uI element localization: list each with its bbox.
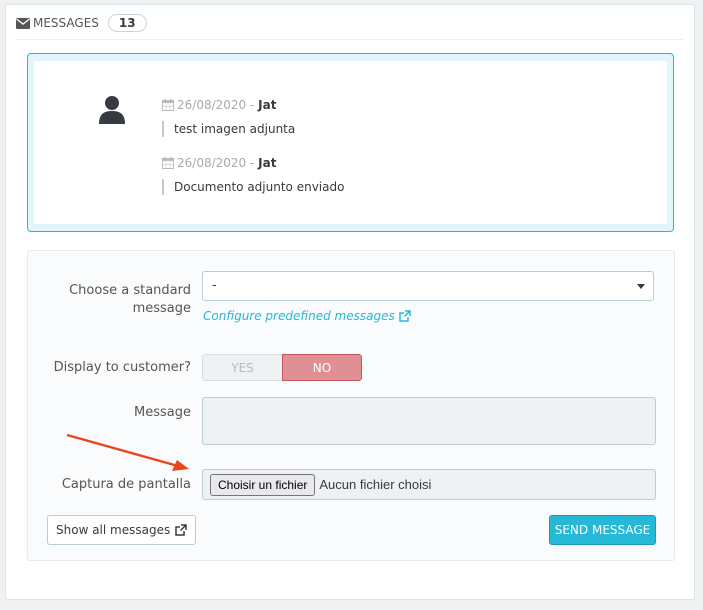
configure-predefined-messages-link[interactable]: Configure predefined messages [203, 309, 411, 323]
show-all-label: Show all messages [56, 523, 171, 537]
message-author: Jat [258, 98, 277, 112]
message-label: Message [134, 405, 191, 420]
standard-message-label: Choose a standard message [69, 283, 191, 316]
message-date: 26/08/2020 [177, 98, 247, 112]
message-thread: 26/08/2020 - Jat test imagen adjunta 26/… [27, 53, 674, 232]
messages-panel: MESSAGES 13 26/08/2020 - Jat test imagen… [5, 4, 695, 600]
message-author: Jat [258, 156, 277, 170]
display-to-customer-toggle[interactable]: YES NO [202, 354, 362, 381]
heading-divider [16, 39, 684, 40]
screenshot-file-input[interactable]: Choisir un fichier Aucun fichier choisi [202, 469, 656, 500]
file-status: Aucun fichier choisi [319, 477, 432, 492]
panel-heading: MESSAGES 13 [16, 11, 147, 35]
user-icon [98, 95, 126, 129]
show-all-messages-button[interactable]: Show all messages [47, 515, 197, 545]
annotation-arrow [66, 433, 189, 471]
message-meta: 26/08/2020 - Jat [162, 155, 344, 171]
new-message-form: Choose a standard message - Configure pr… [27, 250, 675, 561]
send-message-button[interactable]: SEND MESSAGE [549, 515, 656, 545]
capture-label: Captura de pantalla [61, 477, 191, 492]
configure-link-label: Configure predefined messages [203, 309, 395, 323]
message-separator: - [246, 98, 259, 112]
message-count-badge: 13 [107, 14, 147, 32]
caret-down-icon [637, 284, 645, 289]
message-item: 26/08/2020 - Jat Documento adjunto envia… [162, 155, 344, 195]
standard-message-select[interactable]: - [202, 271, 654, 301]
message-separator: - [246, 156, 259, 170]
calendar-icon [162, 157, 174, 169]
panel-title: MESSAGES [33, 16, 99, 30]
envelope-icon [16, 17, 30, 29]
message-textarea[interactable] [202, 397, 656, 445]
toggle-no-option[interactable]: NO [282, 354, 362, 381]
message-thread-body: 26/08/2020 - Jat test imagen adjunta 26/… [34, 61, 667, 224]
message-date: 26/08/2020 [177, 156, 247, 170]
external-link-icon [398, 310, 411, 322]
choose-file-button[interactable]: Choisir un fichier [210, 473, 316, 496]
calendar-icon [162, 99, 174, 111]
message-item: 26/08/2020 - Jat test imagen adjunta [162, 97, 295, 137]
message-text: Documento adjunto enviado [162, 179, 344, 195]
message-text: test imagen adjunta [162, 121, 295, 137]
external-link-icon [175, 524, 187, 536]
display-to-customer-label: Display to customer? [53, 360, 191, 375]
message-meta: 26/08/2020 - Jat [162, 97, 295, 113]
toggle-yes-option[interactable]: YES [202, 354, 282, 381]
standard-message-value: - [212, 278, 217, 293]
